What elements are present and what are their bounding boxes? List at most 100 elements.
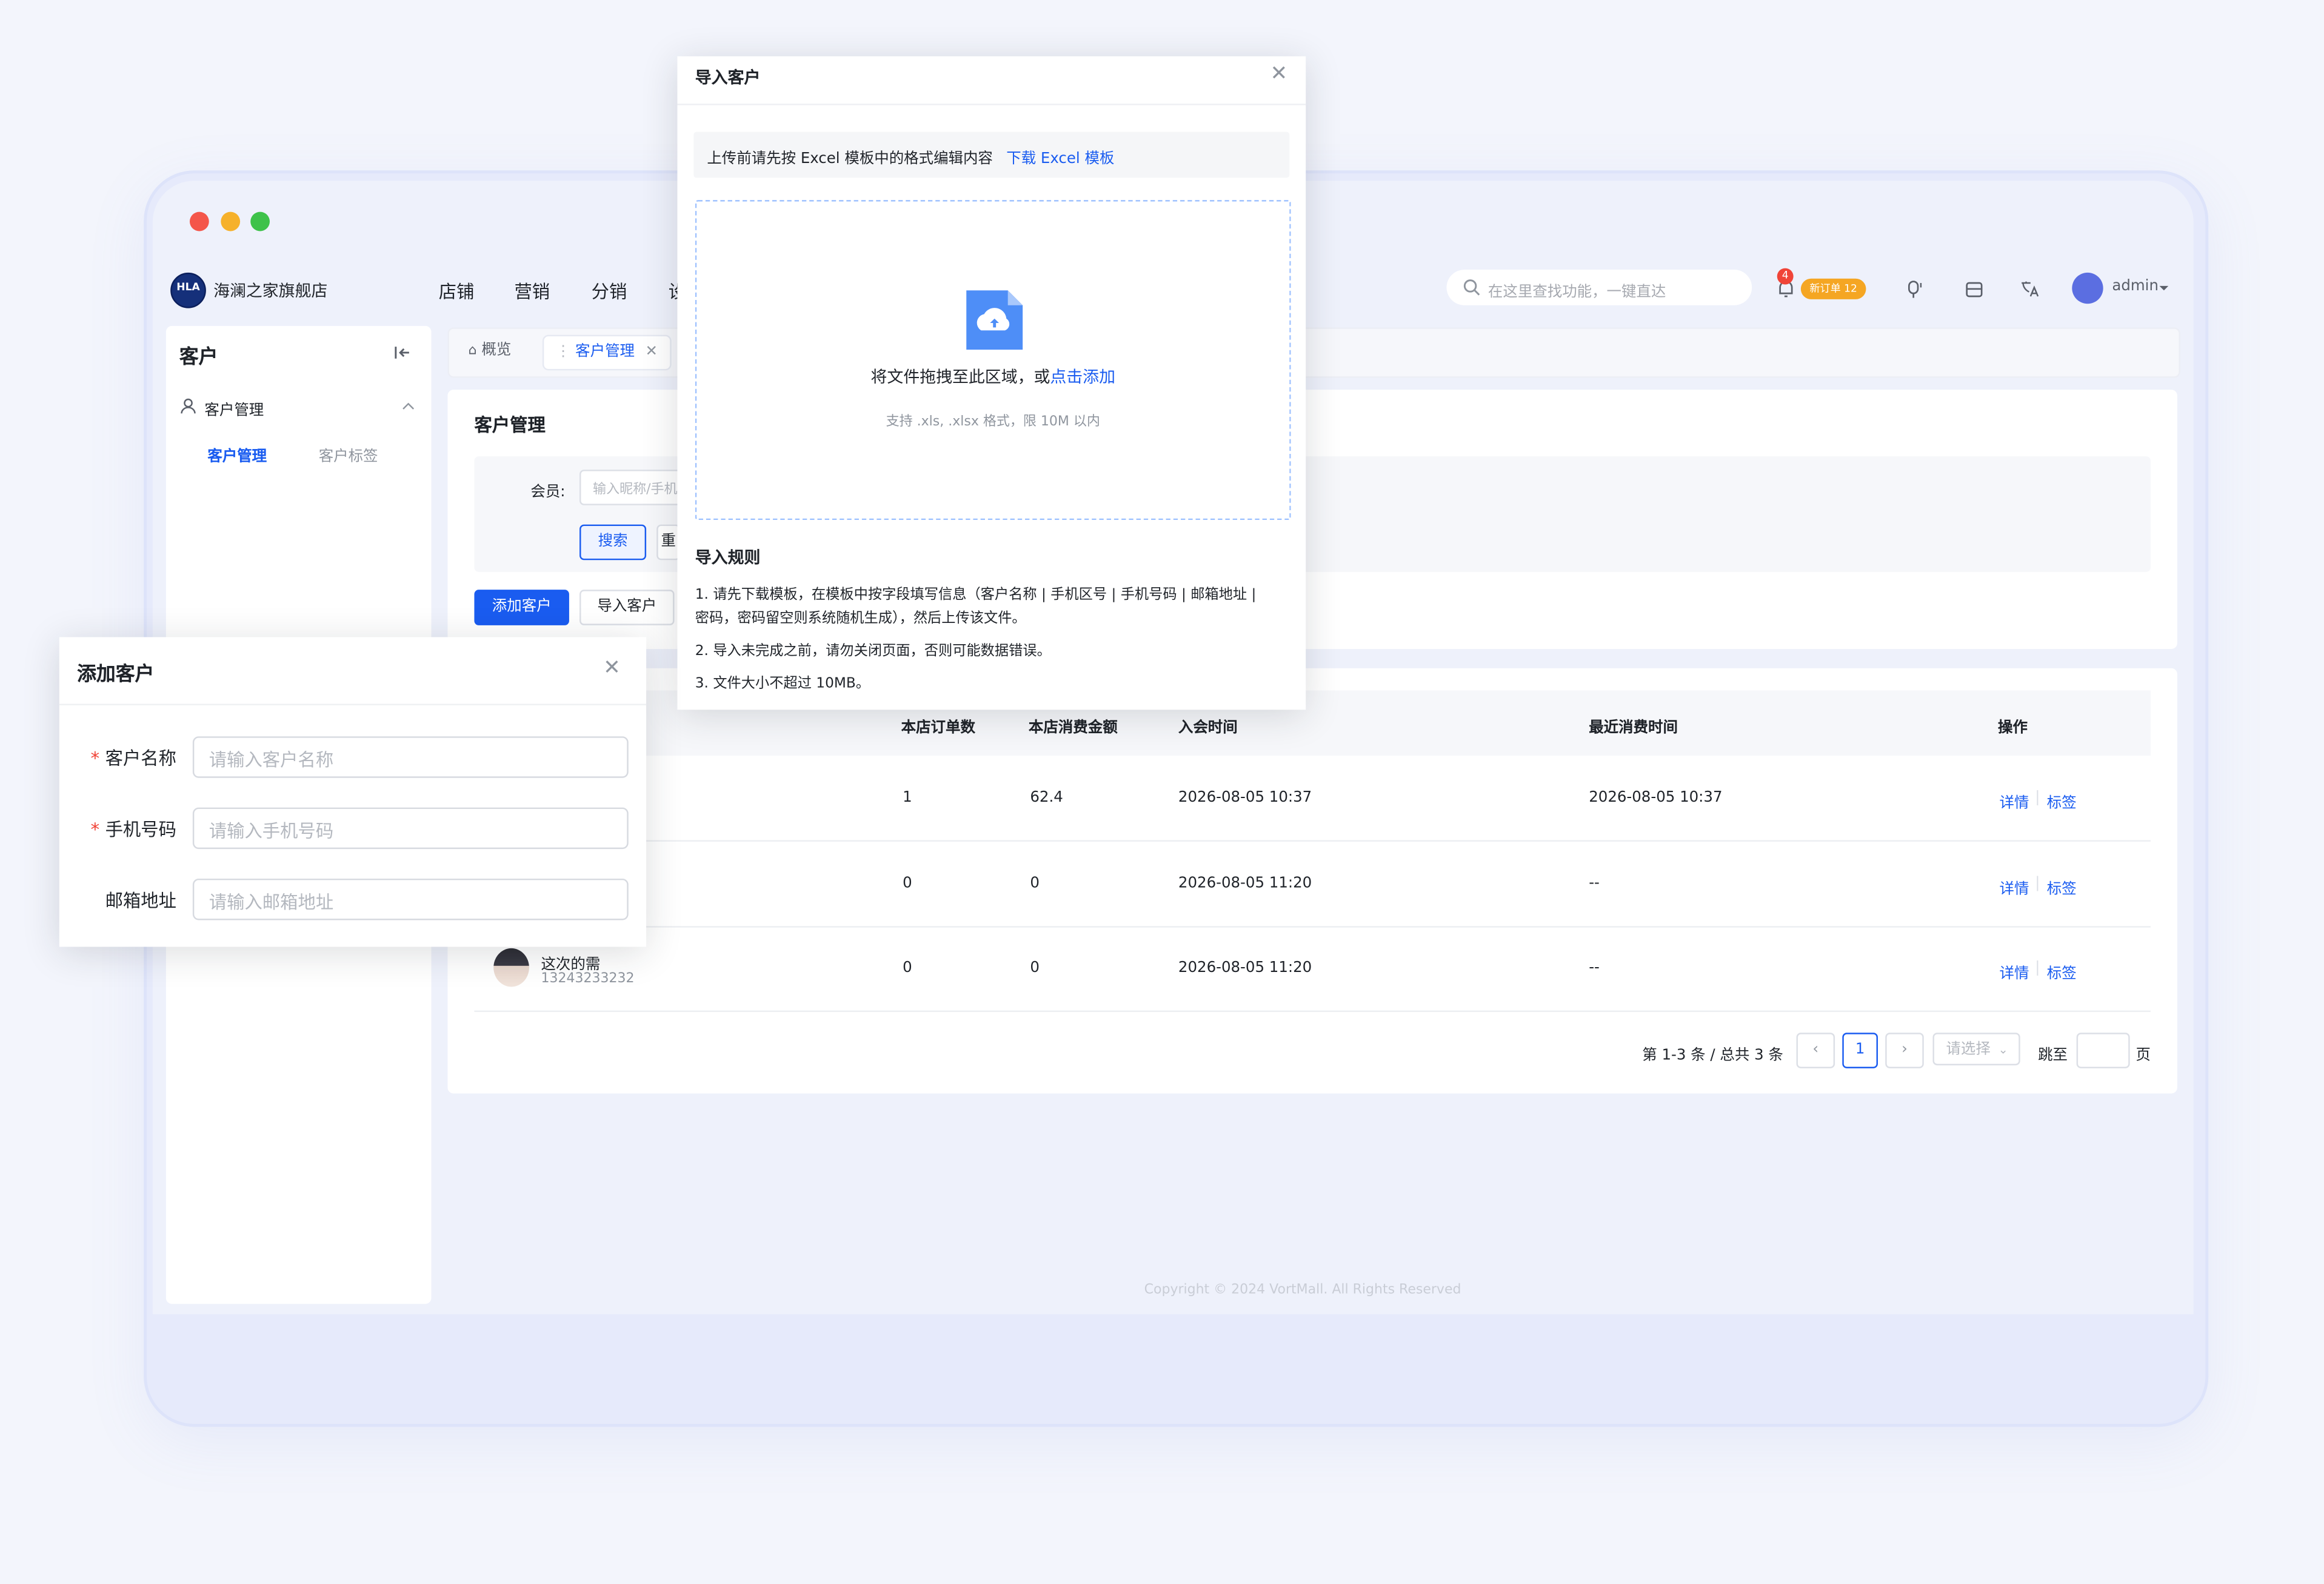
jump-page-input[interactable] <box>2076 1033 2130 1068</box>
page-1-button[interactable]: 1 <box>1842 1033 1878 1068</box>
add-customer-button[interactable]: 添加客户 <box>474 590 569 625</box>
close-tab-icon[interactable]: ✕ <box>646 344 658 360</box>
column-header-actions: 操作 <box>1998 720 2028 737</box>
row1-tag-link[interactable]: 标签 <box>2047 790 2077 812</box>
import-rules-title: 导入规则 <box>695 548 761 568</box>
row3-name[interactable]: 这次的需 <box>541 951 600 974</box>
tab-overview-label: 概览 <box>481 342 512 359</box>
phone-label: * 手机号码 <box>90 819 176 840</box>
search-button[interactable]: 搜索 <box>579 524 647 561</box>
sidebar-title: 客户 <box>179 347 218 369</box>
click-add-link[interactable]: 点击添加 <box>1050 367 1115 387</box>
home-icon: ⌂ <box>468 344 477 359</box>
copyright: Copyright © 2024 VortMall. All Rights Re… <box>1144 1283 1461 1298</box>
user-icon <box>181 398 196 414</box>
import-modal-close-icon[interactable]: ✕ <box>1270 62 1287 86</box>
nav-marketing[interactable]: 营销 <box>514 279 550 304</box>
notification-count: 4 <box>1777 268 1794 285</box>
column-header-orders: 本店订单数 <box>901 720 975 737</box>
maximize-window-dot[interactable] <box>250 211 270 231</box>
row-divider <box>474 1010 2151 1013</box>
page-size-select[interactable]: 请选择 ⌄ <box>1932 1033 2020 1066</box>
add-modal-title: 添加客户 <box>77 664 155 687</box>
row3-amount: 0 <box>1030 960 1040 977</box>
import-rule-3: 3. 文件大小不超过 10MB。 <box>695 675 870 692</box>
customer-name-label: * 客户名称 <box>90 748 176 770</box>
row1-amount: 62.4 <box>1030 790 1063 807</box>
chevron-up-icon[interactable] <box>402 402 415 411</box>
import-rule-1: 1. 请先下载模板，在模板中按字段填写信息（客户名称 | 手机区号 | 手机号码… <box>695 587 1257 604</box>
import-customer-button[interactable]: 导入客户 <box>579 590 675 625</box>
jump-label: 跳至 <box>2038 1047 2068 1064</box>
sidebar-group-customer[interactable]: 客户管理 <box>204 397 264 419</box>
page-unit: 页 <box>2135 1047 2151 1064</box>
chevron-down-icon[interactable] <box>2158 284 2170 293</box>
nav-store[interactable]: 店铺 <box>439 279 475 304</box>
member-filter-input[interactable]: 输入昵称/手机 <box>579 470 694 505</box>
modal-divider <box>677 104 1306 105</box>
divider: | <box>2035 876 2040 892</box>
phone-input[interactable]: 请输入手机号码 <box>192 807 629 850</box>
row2-joined: 2026-08-05 11:20 <box>1178 876 1312 892</box>
page-size-placeholder: 请选择 <box>1946 1041 1991 1058</box>
column-header-last-purchase: 最近消费时间 <box>1589 720 1678 737</box>
modal-divider <box>59 704 647 705</box>
file-drop-zone[interactable]: 将文件拖拽至此区域，或点击添加 支持 .xls, .xlsx 格式，限 10M … <box>695 200 1291 521</box>
row2-tag-link[interactable]: 标签 <box>2047 876 2077 898</box>
drag-handle-icon[interactable]: ⋮ <box>556 344 570 360</box>
store-icon[interactable] <box>1964 279 1985 299</box>
nav-distribution[interactable]: 分销 <box>592 279 627 304</box>
translate-icon[interactable] <box>2018 279 2039 299</box>
new-order-pill[interactable]: 新订单 12 <box>1800 278 1866 299</box>
column-header-joined: 入会时间 <box>1178 720 1238 737</box>
row3-last: -- <box>1589 960 1600 977</box>
sidebar-item-customer-tags[interactable]: 客户标签 <box>319 443 378 465</box>
sidebar-item-customer-manage[interactable]: 客户管理 <box>207 443 267 465</box>
drop-zone-text-row: 将文件拖拽至此区域，或点击添加 <box>696 365 1289 388</box>
upload-file-icon <box>966 290 1023 350</box>
drop-zone-text: 将文件拖拽至此区域，或 <box>870 367 1050 387</box>
row2-amount: 0 <box>1030 876 1040 892</box>
row2-orders: 0 <box>903 876 912 892</box>
row-divider <box>474 840 2151 842</box>
customer-avatar <box>493 948 529 987</box>
next-page-button[interactable]: › <box>1885 1033 1924 1068</box>
drop-zone-subtext: 支持 .xls, .xlsx 格式，限 10M 以内 <box>886 414 1100 430</box>
tab-overview[interactable]: ⌂ 概览 <box>456 335 523 368</box>
import-hint-text: 上传前请先按 Excel 模板中的格式编辑内容 <box>707 151 993 168</box>
brand-logo: HLA <box>170 272 206 308</box>
search-placeholder: 在这里查找功能，一键直达 <box>1488 284 1666 301</box>
collapse-icon[interactable] <box>394 345 412 360</box>
close-window-dot[interactable] <box>189 211 209 231</box>
minimize-window-dot[interactable] <box>221 211 241 231</box>
customer-name-input[interactable]: 请输入客户名称 <box>192 736 629 778</box>
download-template-link[interactable]: 下载 Excel 模板 <box>1006 145 1114 167</box>
user-name[interactable]: admin <box>2112 279 2159 295</box>
global-search[interactable]: 在这里查找功能，一键直达 <box>1446 270 1752 305</box>
row1-detail-link[interactable]: 详情 <box>2000 790 2029 812</box>
headset-icon[interactable] <box>1905 279 1925 299</box>
row3-joined: 2026-08-05 11:20 <box>1178 960 1312 977</box>
email-label: 邮箱地址 <box>105 890 176 911</box>
tab-customer-manage[interactable]: ⋮ 客户管理 ✕ <box>542 334 672 371</box>
import-rule-2: 2. 导入未完成之前，请勿关闭页面，否则可能数据错误。 <box>695 643 1051 660</box>
import-rule-1-cont: 密码，密码留空则系统随机生成），然后上传该文件。 <box>695 610 1026 627</box>
divider: | <box>2035 960 2040 977</box>
tab-customer-manage-label: 客户管理 <box>575 344 635 361</box>
prev-page-button[interactable]: ‹ <box>1796 1033 1835 1068</box>
avatar[interactable] <box>2072 272 2103 304</box>
row1-joined: 2026-08-05 10:37 <box>1178 790 1312 807</box>
row1-orders: 1 <box>903 790 912 807</box>
row2-detail-link[interactable]: 详情 <box>2000 876 2029 898</box>
add-modal-close-icon[interactable]: ✕ <box>603 656 621 680</box>
row3-orders: 0 <box>903 960 912 977</box>
row3-tag-link[interactable]: 标签 <box>2047 960 2077 982</box>
row2-last: -- <box>1589 876 1600 892</box>
row1-last: 2026-08-05 10:37 <box>1589 790 1723 807</box>
chevron-down-icon: ⌄ <box>1998 1043 2008 1057</box>
import-modal-title: 导入客户 <box>695 68 761 88</box>
email-input[interactable]: 请输入邮箱地址 <box>192 878 629 920</box>
row3-detail-link[interactable]: 详情 <box>2000 960 2029 982</box>
member-filter-label: 会员: <box>530 484 566 501</box>
search-icon <box>1463 279 1480 296</box>
